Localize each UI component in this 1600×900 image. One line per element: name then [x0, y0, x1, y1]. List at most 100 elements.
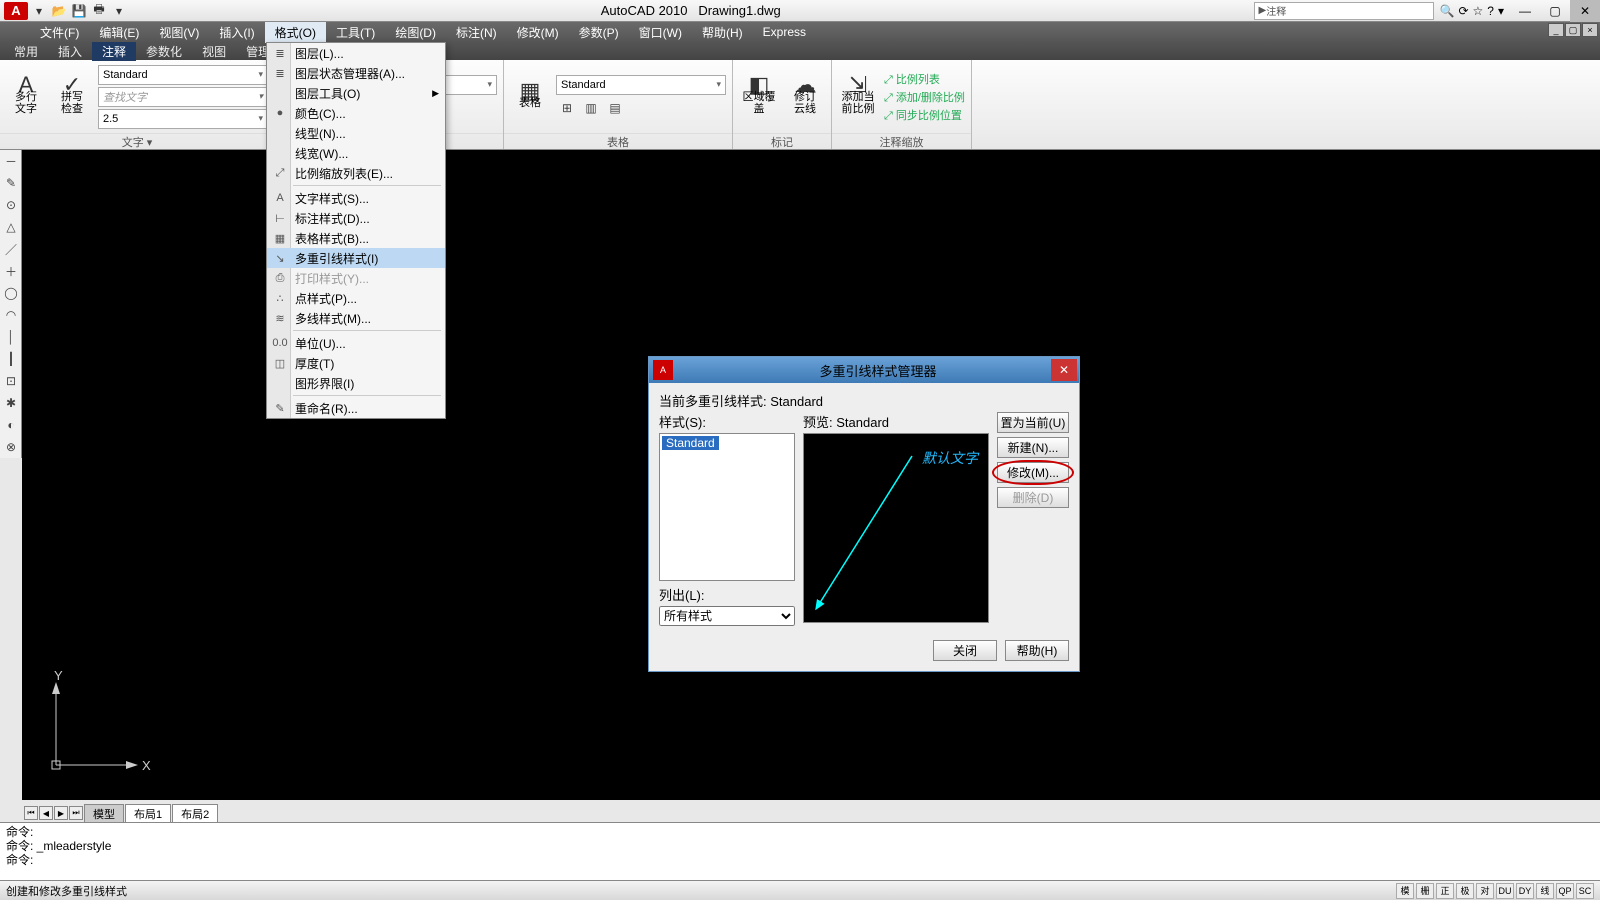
ribbon-tab-4[interactable]: 视图	[192, 42, 236, 61]
format-menu-item[interactable]: ⤢比例缩放列表(E)...	[267, 163, 445, 183]
doc-min-button[interactable]: _	[1548, 23, 1564, 37]
status-toggle[interactable]: 栅	[1416, 883, 1434, 899]
new-style-button[interactable]: 新建(N)...	[997, 437, 1069, 458]
layout-tab[interactable]: 模型	[84, 804, 124, 823]
tab-nav-button[interactable]: ⏮	[24, 806, 38, 820]
format-menu-item[interactable]: ↘多重引线样式(I)	[267, 248, 445, 268]
tool-button[interactable]: ─	[0, 150, 22, 172]
tool-button[interactable]: ◯	[0, 282, 22, 304]
status-toggle[interactable]: DY	[1516, 883, 1534, 899]
save-icon[interactable]: 💾	[70, 2, 88, 20]
format-menu-item[interactable]: 线型(N)...	[267, 123, 445, 143]
new-icon[interactable]: ▾	[30, 2, 48, 20]
dialog-help-button[interactable]: 帮助(H)	[1005, 640, 1069, 661]
comm-icon[interactable]: ⟳	[1458, 4, 1468, 18]
format-menu-item[interactable]: ✎重命名(R)...	[267, 398, 445, 418]
ribbon-tab-0[interactable]: 常用	[4, 42, 48, 61]
status-toggle[interactable]: SC	[1576, 883, 1594, 899]
ribbon-tab-3[interactable]: 参数化	[136, 42, 192, 61]
status-toggle[interactable]: DU	[1496, 883, 1514, 899]
list-filter-select[interactable]: 所有样式	[659, 606, 795, 626]
status-toggle[interactable]: 模	[1396, 883, 1414, 899]
ribbon-tab-2[interactable]: 注释	[92, 42, 136, 61]
print-icon[interactable]: 🖶	[90, 2, 108, 20]
doc-close-button[interactable]: ×	[1582, 23, 1598, 37]
set-current-button[interactable]: 置为当前(U)	[997, 412, 1069, 433]
layout-tab[interactable]: 布局1	[125, 804, 171, 823]
tool-button[interactable]: △	[0, 216, 22, 238]
minimize-button[interactable]: —	[1510, 0, 1540, 22]
ribbon-small-button[interactable]: ⊞	[556, 97, 578, 119]
tool-button[interactable]: ✎	[0, 172, 22, 194]
ribbon-combo[interactable]: 查找文字	[98, 87, 268, 107]
doc-max-button[interactable]: ▢	[1565, 23, 1581, 37]
tool-button[interactable]: ＋	[0, 260, 22, 282]
menu-item-11[interactable]: 帮助(H)	[692, 22, 753, 43]
drop-icon[interactable]: ▾	[1498, 4, 1504, 18]
format-menu-item[interactable]: ≣图层(L)...	[267, 43, 445, 63]
close-button[interactable]: ✕	[1570, 0, 1600, 22]
menu-item-12[interactable]: Express	[753, 23, 816, 41]
ribbon-big-button[interactable]: ▦表格	[510, 85, 550, 109]
ribbon-link[interactable]: ⤢ 添加/删除比例	[884, 89, 965, 105]
menu-item-0[interactable]: 文件(F)	[30, 22, 89, 43]
ribbon-tab-1[interactable]: 插入	[48, 42, 92, 61]
tool-button[interactable]: ⊙	[0, 194, 22, 216]
format-menu-item[interactable]: 图层工具(O)▶	[267, 83, 445, 103]
styles-listbox[interactable]: Standard	[659, 433, 795, 581]
ribbon-big-button[interactable]: ◧区域覆盖	[739, 79, 779, 115]
format-menu-item[interactable]: ∴点样式(P)...	[267, 288, 445, 308]
menu-item-2[interactable]: 视图(V)	[149, 22, 209, 43]
format-menu-item[interactable]: ≋多线样式(M)...	[267, 308, 445, 328]
menu-item-5[interactable]: 工具(T)	[326, 22, 385, 43]
ribbon-combo[interactable]: Standard	[556, 75, 726, 95]
format-menu-item[interactable]: ⊢标注样式(D)...	[267, 208, 445, 228]
fav-icon[interactable]: ☆	[1473, 4, 1484, 18]
command-line[interactable]: 命令:命令: _mleaderstyle命令:	[0, 822, 1600, 880]
help-search[interactable]: ▶ 注释	[1254, 2, 1434, 20]
search-icon[interactable]: 🔍	[1440, 4, 1455, 18]
tab-nav-button[interactable]: ⏭	[69, 806, 83, 820]
format-menu-item[interactable]: 图形界限(I)	[267, 373, 445, 393]
menu-item-4[interactable]: 格式(O)	[265, 22, 326, 43]
ribbon-big-button[interactable]: ⇲添加当前比例	[838, 79, 878, 115]
menu-item-3[interactable]: 插入(I)	[209, 22, 264, 43]
status-toggle[interactable]: 对	[1476, 883, 1494, 899]
format-menu-item[interactable]: A文字样式(S)...	[267, 188, 445, 208]
menu-item-10[interactable]: 窗口(W)	[629, 22, 692, 43]
ribbon-small-button[interactable]: ▤	[604, 97, 626, 119]
format-menu-item[interactable]: ●颜色(C)...	[267, 103, 445, 123]
qat-more-icon[interactable]: ▾	[110, 2, 128, 20]
tab-nav-button[interactable]: ▶	[54, 806, 68, 820]
ribbon-combo[interactable]: 2.5	[98, 109, 268, 129]
tab-nav-button[interactable]: ◀	[39, 806, 53, 820]
dialog-close-button[interactable]: ✕	[1051, 359, 1077, 381]
layout-tab[interactable]: 布局2	[172, 804, 218, 823]
status-toggle[interactable]: 线	[1536, 883, 1554, 899]
tool-button[interactable]: ◐	[0, 414, 22, 436]
help-icon[interactable]: ?	[1487, 4, 1494, 18]
tool-button[interactable]: ◠	[0, 304, 22, 326]
open-icon[interactable]: 📂	[50, 2, 68, 20]
status-toggle[interactable]: QP	[1556, 883, 1574, 899]
format-menu-item[interactable]: ▦表格样式(B)...	[267, 228, 445, 248]
tool-button[interactable]: │	[0, 326, 22, 348]
ribbon-combo[interactable]: Standard	[98, 65, 268, 85]
status-toggle[interactable]: 正	[1436, 883, 1454, 899]
tool-button[interactable]: ／	[0, 238, 22, 260]
format-menu-item[interactable]: ≣图层状态管理器(A)...	[267, 63, 445, 83]
format-menu-item[interactable]: ◫厚度(T)	[267, 353, 445, 373]
menu-item-9[interactable]: 参数(P)	[569, 22, 629, 43]
tool-button[interactable]: ⊡	[0, 370, 22, 392]
menu-item-7[interactable]: 标注(N)	[446, 22, 507, 43]
format-menu-item[interactable]: 线宽(W)...	[267, 143, 445, 163]
format-menu-item[interactable]: 0.0单位(U)...	[267, 333, 445, 353]
ribbon-big-button[interactable]: ✓拼写检查	[52, 79, 92, 115]
ribbon-big-button[interactable]: ☁修订云线	[785, 79, 825, 115]
modify-style-button[interactable]: 修改(M)...	[997, 462, 1069, 483]
menu-item-1[interactable]: 编辑(E)	[89, 22, 149, 43]
dialog-titlebar[interactable]: A 多重引线样式管理器 ✕	[649, 357, 1079, 383]
list-item[interactable]: Standard	[662, 436, 719, 450]
tool-button[interactable]: ┃	[0, 348, 22, 370]
ribbon-link[interactable]: ⤢ 同步比例位置	[884, 107, 965, 123]
